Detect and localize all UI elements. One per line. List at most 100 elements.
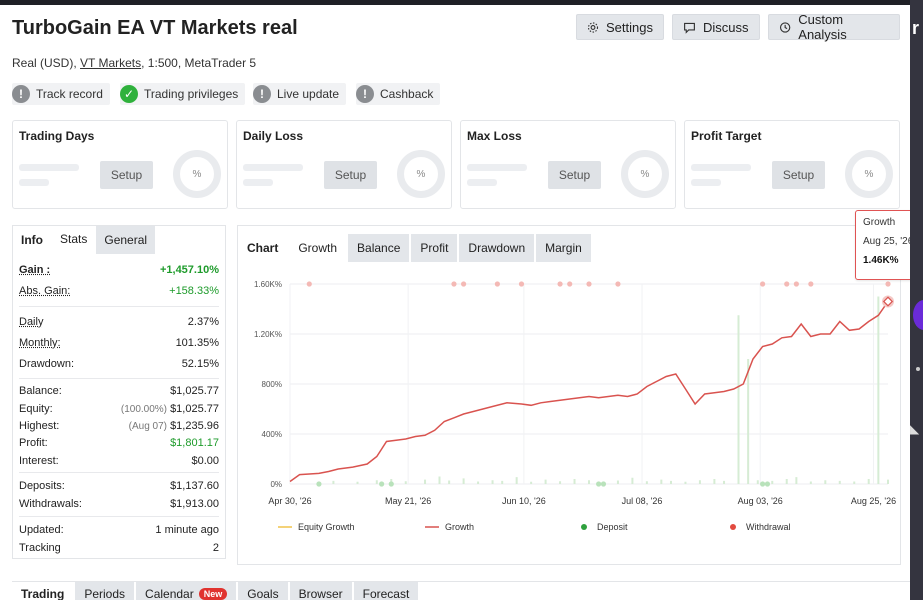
- placeholder-bar: [243, 164, 303, 171]
- stat-highest: Highest: (Aug 07) $1,235.96: [19, 420, 219, 432]
- stat-label: Highest:: [19, 420, 60, 432]
- withdrawal-marker: [793, 281, 799, 287]
- withdrawal-marker: [451, 281, 457, 287]
- badge-trading-privileges[interactable]: ✓ Trading privileges: [120, 83, 246, 105]
- broker-link[interactable]: VT Markets: [80, 56, 141, 70]
- badge-label: Track record: [36, 87, 103, 101]
- tab-browser[interactable]: Browser: [289, 582, 352, 600]
- withdrawal-marker: [808, 281, 814, 287]
- stat-updated: Updated: 1 minute ago: [19, 524, 219, 536]
- badge-cashback[interactable]: ! Cashback: [356, 83, 441, 105]
- placeholder-bar: [467, 179, 497, 186]
- stat-gain: Gain : +1,457.10%: [19, 264, 219, 276]
- tab-trading[interactable]: Trading: [12, 582, 74, 600]
- stat-value: 1 minute ago: [155, 524, 219, 536]
- tab-forecast[interactable]: Forecast: [353, 582, 419, 600]
- setup-button[interactable]: Setup: [324, 161, 377, 189]
- x-tick-label: Jul 08, '26: [622, 496, 663, 506]
- tab-calendar-label: Calendar: [145, 587, 194, 600]
- volume-bar: [588, 480, 590, 484]
- deposit-marker: [760, 481, 766, 487]
- tab-margin[interactable]: Margin: [536, 234, 591, 262]
- setup-button[interactable]: Setup: [100, 161, 153, 189]
- tab-stats[interactable]: Stats: [52, 226, 97, 254]
- stat-drawdown: Drawdown: 52.15%: [19, 358, 219, 370]
- volume-bar: [616, 480, 619, 484]
- placeholder-bar: [691, 164, 751, 171]
- setup-button[interactable]: Setup: [548, 161, 601, 189]
- volume-bar: [698, 480, 701, 484]
- discuss-button[interactable]: Discuss: [672, 14, 760, 40]
- page: TurboGain EA VT Markets real Settings Di…: [0, 5, 910, 600]
- stat-label: Withdrawals:: [19, 498, 82, 510]
- stat-abs-gain: Abs. Gain: +158.33%: [19, 285, 219, 297]
- tab-periods[interactable]: Periods: [75, 582, 135, 600]
- stat-label: Deposits:: [19, 480, 65, 492]
- volume-bar: [404, 481, 407, 484]
- exclamation-icon: !: [12, 85, 30, 103]
- withdrawal-marker: [760, 281, 766, 287]
- kpi-title: Profit Target: [691, 129, 762, 143]
- y-tick-label: 800%: [262, 380, 282, 389]
- tab-growth[interactable]: Growth: [289, 234, 347, 262]
- tab-drawdown[interactable]: Drawdown: [459, 234, 535, 262]
- growth-chart[interactable]: 0% 400% 800% 1.20K% 1.60K% Apr 30, '26 May 21,…: [238, 266, 900, 566]
- progress-ring: %: [397, 150, 445, 198]
- stat-value: +158.33%: [169, 285, 219, 297]
- y-tick-label: 1.20K%: [254, 330, 282, 339]
- tab-info[interactable]: Info: [13, 226, 52, 254]
- stat-value: $1,235.96: [170, 420, 219, 432]
- badge-label: Trading privileges: [144, 87, 239, 101]
- custom-analysis-button[interactable]: Custom Analysis: [768, 12, 900, 42]
- settings-button[interactable]: Settings: [576, 14, 664, 40]
- tooltip-date: Aug 25, '26: [863, 236, 914, 247]
- badge-track-record[interactable]: ! Track record: [12, 83, 110, 105]
- withdrawal-marker: [885, 281, 891, 287]
- exclamation-icon: !: [356, 85, 374, 103]
- stat-value: 52.15%: [181, 358, 219, 370]
- tab-general[interactable]: General: [96, 226, 157, 254]
- volume-bar: [356, 481, 359, 484]
- volume-bar: [645, 481, 648, 484]
- clock-icon: [779, 21, 791, 33]
- legend-deposit-label: Deposit: [597, 522, 628, 532]
- deposit-marker: [764, 481, 771, 487]
- kpi-max-loss: Max Loss Setup %: [460, 120, 676, 209]
- progress-ring: %: [173, 150, 221, 198]
- tab-profit[interactable]: Profit: [411, 234, 458, 262]
- withdrawal-marker: [615, 281, 621, 287]
- placeholder-bar: [19, 164, 79, 171]
- badge-live-update[interactable]: ! Live update: [253, 83, 347, 105]
- stat-interest: Interest: $0.00: [19, 455, 219, 467]
- volume-bar: [824, 480, 827, 484]
- volume-bar: [660, 479, 663, 484]
- stat-label: Monthly:: [19, 337, 61, 349]
- tab-chart[interactable]: Chart: [238, 234, 288, 262]
- stat-tracking: Tracking 2: [19, 542, 219, 554]
- withdrawal-marker: [557, 281, 563, 287]
- chart-panel: Chart Growth Balance Profit Drawdown Mar…: [237, 225, 901, 565]
- stat-label: Updated:: [19, 524, 64, 536]
- withdrawal-marker: [494, 281, 500, 287]
- x-tick-label: May 21, '26: [385, 496, 431, 506]
- y-tick-label: 1.60K%: [254, 280, 282, 289]
- y-tick-label: 400%: [262, 430, 282, 439]
- legend-withdrawal-swatch: [730, 524, 736, 530]
- side-letter: r: [912, 18, 920, 38]
- stats-tabs: Info Stats General: [13, 226, 225, 254]
- kpi-title: Trading Days: [19, 129, 95, 143]
- kpi-title: Max Loss: [467, 129, 522, 143]
- tab-calendar[interactable]: Calendar New: [136, 582, 237, 600]
- exclamation-icon: !: [253, 85, 271, 103]
- volume-bar: [332, 480, 335, 484]
- volume-bar: [477, 481, 480, 484]
- stat-label: Gain :: [19, 264, 51, 276]
- kpi-profit-target: Profit Target Setup %: [684, 120, 900, 209]
- x-tick-label: Apr 30, '26: [268, 496, 311, 506]
- volume-bar: [723, 480, 726, 484]
- tab-goals[interactable]: Goals: [238, 582, 288, 600]
- tab-balance[interactable]: Balance: [348, 234, 410, 262]
- y-tick-label: 0%: [270, 480, 282, 489]
- stat-monthly: Monthly: 101.35%: [19, 337, 219, 349]
- setup-button[interactable]: Setup: [772, 161, 825, 189]
